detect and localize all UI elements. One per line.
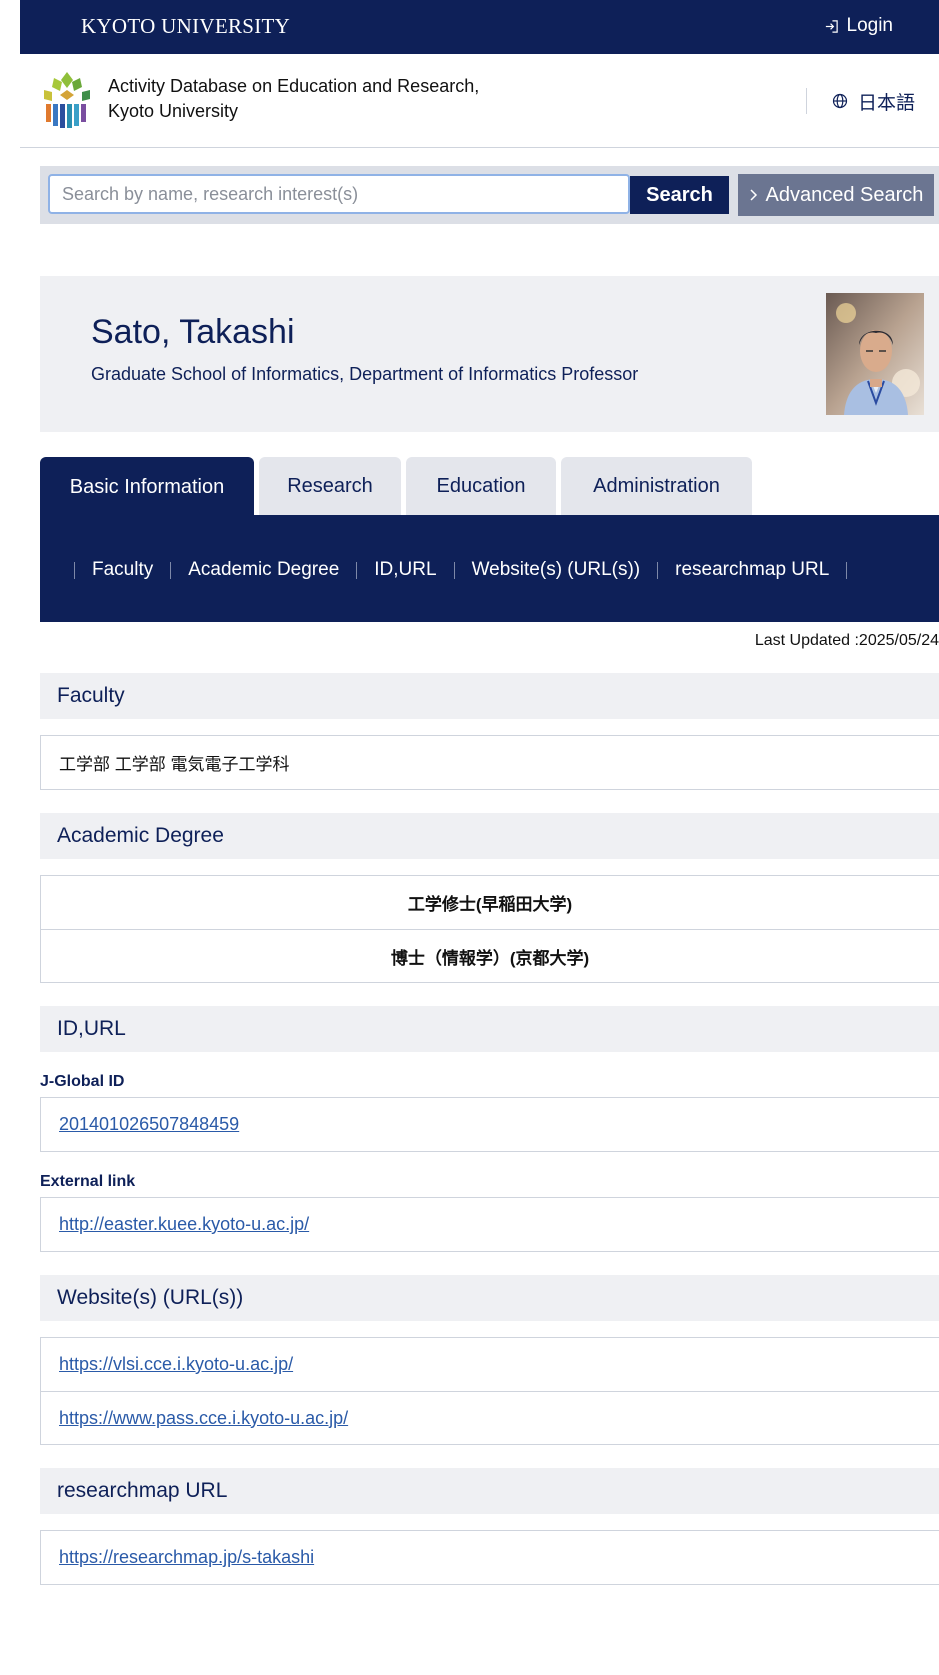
researchmap-link[interactable]: https://researchmap.jp/s-takashi (59, 1547, 314, 1568)
website-link[interactable]: https://vlsi.cce.i.kyoto-u.ac.jp/ (59, 1354, 293, 1375)
degree-item: 工学修士(早稲田大学) (407, 895, 573, 914)
site-header: Activity Database on Education and Resea… (20, 54, 939, 148)
university-logo[interactable] (40, 70, 94, 130)
nav-link-websites[interactable]: Website(s) (URL(s)) (455, 559, 658, 581)
tab-research[interactable]: Research (259, 457, 401, 515)
websites-box: https://vlsi.cce.i.kyoto-u.ac.jp/ https:… (40, 1337, 939, 1445)
researchmap-heading: researchmap URL (40, 1468, 939, 1514)
page: KYOTO UNIVERSITY Login Activity Database… (20, 0, 939, 1675)
researchmap-box: https://researchmap.jp/s-takashi (40, 1530, 939, 1585)
jglobal-label: J-Global ID (40, 1073, 125, 1090)
chevron-right-icon (750, 189, 757, 201)
academic-degree-heading: Academic Degree (40, 813, 939, 859)
degree-item: 博士（情報学）(京都大学) (41, 929, 939, 982)
nav-link-researchmap[interactable]: researchmap URL (658, 559, 846, 581)
advanced-search-button[interactable]: Advanced Search (738, 174, 934, 216)
site-title[interactable]: Activity Database on Education and Resea… (108, 74, 479, 124)
nav-separator (846, 561, 848, 579)
profile-photo (826, 293, 924, 415)
nav-link-academic-degree[interactable]: Academic Degree (171, 559, 356, 581)
login-label: Login (846, 15, 894, 36)
profile-name: Sato, Takashi (91, 313, 295, 351)
last-updated: Last Updated :2025/05/24 (754, 632, 939, 649)
tab-education[interactable]: Education (406, 457, 556, 515)
faculty-box: 工学部 工学部 電気電子工学科 (40, 735, 939, 790)
academic-degree-box: 工学修士(早稲田大学) 博士（情報学）(京都大学) (40, 875, 939, 983)
external-link-box: http://easter.kuee.kyoto-u.ac.jp/ (40, 1197, 939, 1252)
globe-icon (832, 93, 848, 109)
nav-link-id-url[interactable]: ID,URL (357, 559, 453, 581)
external-link-label: External link (40, 1173, 136, 1190)
faculty-value: 工学部 工学部 電気電子工学科 (59, 755, 290, 774)
search-input[interactable] (48, 174, 630, 214)
site-title-line1: Activity Database on Education and Resea… (108, 76, 480, 96)
jglobal-box: 201401026507848459 (40, 1097, 939, 1152)
top-bar: KYOTO UNIVERSITY Login (20, 0, 939, 54)
language-switch[interactable]: 日本語 (806, 88, 939, 114)
tab-basic-information[interactable]: Basic Information (40, 457, 254, 517)
language-label: 日本語 (857, 92, 915, 114)
websites-heading: Website(s) (URL(s)) (40, 1275, 939, 1321)
login-icon (825, 19, 838, 33)
search-bar: Search Advanced Search (40, 166, 939, 224)
nav-link-faculty[interactable]: Faculty (75, 559, 170, 581)
faculty-heading: Faculty (40, 673, 939, 719)
university-name: KYOTO UNIVERSITY (81, 14, 291, 38)
profile-card: Sato, Takashi Graduate School of Informa… (40, 276, 939, 432)
tab-administration[interactable]: Administration (561, 457, 752, 515)
external-link[interactable]: http://easter.kuee.kyoto-u.ac.jp/ (59, 1214, 309, 1235)
jglobal-link[interactable]: 201401026507848459 (59, 1114, 239, 1135)
advanced-search-label: Advanced Search (765, 183, 924, 206)
section-nav: Faculty Academic Degree ID,URL Website(s… (40, 515, 939, 622)
login-link[interactable]: Login (824, 15, 894, 37)
profile-affiliation: Graduate School of Informatics, Departme… (91, 364, 639, 384)
website-link[interactable]: https://www.pass.cce.i.kyoto-u.ac.jp/ (59, 1408, 348, 1429)
id-url-heading: ID,URL (40, 1006, 939, 1052)
site-title-line2: Kyoto University (108, 101, 239, 121)
search-button[interactable]: Search (630, 176, 729, 214)
